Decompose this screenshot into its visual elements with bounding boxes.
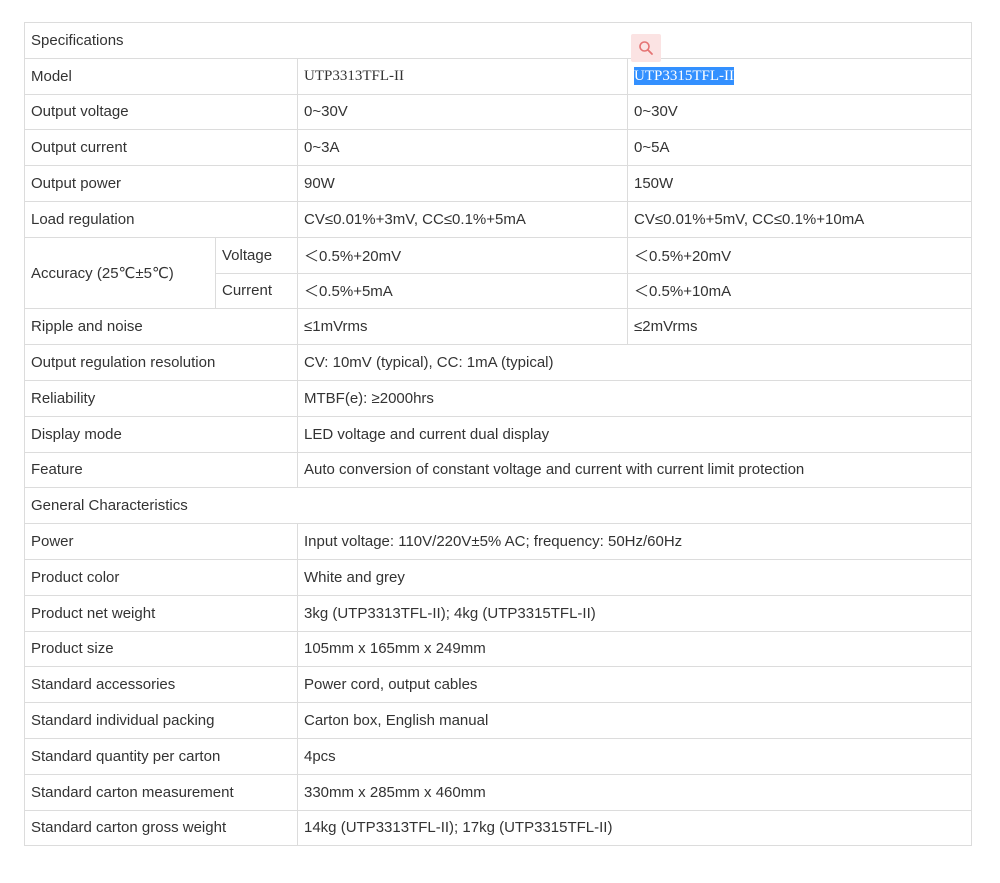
- row-label: Product color: [24, 558, 298, 596]
- row-label: Output current: [24, 129, 298, 167]
- specifications-table: Specifications Model UTP3313TFL-II UTP33…: [24, 22, 972, 847]
- value: Carton box, English manual: [297, 702, 972, 739]
- row-label: Standard individual packing: [24, 702, 298, 739]
- row-label: Output power: [24, 165, 298, 202]
- table-row: Power Input voltage: 110V/220V±5% AC; fr…: [24, 523, 972, 560]
- table-row: Product net weight 3kg (UTP3313TFL-II); …: [24, 594, 972, 632]
- value-b: 0~30V: [627, 93, 972, 131]
- value-a: 90W: [297, 165, 628, 202]
- row-label: Power: [24, 523, 298, 560]
- row-label: Standard quantity per carton: [24, 737, 298, 775]
- value: MTBF(e): ≥2000hrs: [297, 379, 972, 417]
- model-b-cell: UTP3315TFL-II: [627, 57, 972, 95]
- table-row: Output regulation resolution CV: 10mV (t…: [24, 344, 972, 381]
- row-label: Ripple and noise: [24, 308, 298, 346]
- row-label: Reliability: [24, 379, 298, 417]
- value-b: 0~5A: [627, 129, 972, 167]
- value: 330mm x 285mm x 460mm: [297, 773, 972, 811]
- search-icon: [639, 41, 653, 55]
- row-label: Product net weight: [24, 594, 298, 632]
- table-row: Ripple and noise ≤1mVrms ≤2mVrms: [24, 308, 972, 346]
- table-row: Model UTP3313TFL-II UTP3315TFL-II: [24, 57, 972, 95]
- value: 105mm x 165mm x 249mm: [297, 630, 972, 668]
- table-row: Specifications: [24, 22, 972, 59]
- row-label: Standard carton measurement: [24, 773, 298, 811]
- row-label: Product size: [24, 630, 298, 668]
- value-b: CV≤0.01%+5mV, CC≤0.1%+10mA: [627, 200, 972, 238]
- table-row: Feature Auto conversion of constant volt…: [24, 451, 972, 489]
- value-a: CV≤0.01%+3mV, CC≤0.1%+5mA: [297, 200, 628, 238]
- table-row: Standard individual packing Carton box, …: [24, 702, 972, 739]
- row-label: Feature: [24, 451, 298, 489]
- row-label: Model: [24, 57, 298, 95]
- table-row: General Characteristics: [24, 487, 972, 525]
- value-b: ≤2mVrms: [627, 308, 972, 346]
- table-row: Output voltage 0~30V 0~30V: [24, 93, 972, 131]
- value: 3kg (UTP3313TFL-II); 4kg (UTP3315TFL-II): [297, 594, 972, 632]
- section-header-specifications: Specifications: [24, 22, 972, 59]
- sub-label-current: Current: [215, 272, 298, 310]
- table-row: Standard carton measurement 330mm x 285m…: [24, 773, 972, 811]
- table-row: Product color White and grey: [24, 558, 972, 596]
- model-a-value: UTP3313TFL-II: [297, 57, 628, 95]
- table-row: Standard carton gross weight 14kg (UTP33…: [24, 809, 972, 847]
- value: Input voltage: 110V/220V±5% AC; frequenc…: [297, 523, 972, 560]
- value-b: ＜0.5%+20mV: [627, 236, 972, 274]
- table-row: Display mode LED voltage and current dua…: [24, 415, 972, 453]
- row-label-accuracy: Accuracy (25℃±5℃): [24, 236, 216, 310]
- row-label: Output regulation resolution: [24, 344, 298, 381]
- value-a: ≤1mVrms: [297, 308, 628, 346]
- value-a: ＜0.5%+20mV: [297, 236, 628, 274]
- value-b: 150W: [627, 165, 972, 202]
- value: CV: 10mV (typical), CC: 1mA (typical): [297, 344, 972, 381]
- value-a: 0~30V: [297, 93, 628, 131]
- value-b: ＜0.5%+10mA: [627, 272, 972, 310]
- sub-label-voltage: Voltage: [215, 236, 298, 274]
- table-row: Standard accessories Power cord, output …: [24, 666, 972, 704]
- row-label: Standard accessories: [24, 666, 298, 704]
- value: White and grey: [297, 558, 972, 596]
- selected-model-b-text[interactable]: UTP3315TFL-II: [634, 66, 734, 85]
- table-row: Standard quantity per carton 4pcs: [24, 737, 972, 775]
- value-a: 0~3A: [297, 129, 628, 167]
- table-row: Accuracy (25℃±5℃) Voltage ＜0.5%+20mV ＜0.…: [24, 236, 972, 310]
- value: Auto conversion of constant voltage and …: [297, 451, 972, 489]
- row-label: Output voltage: [24, 93, 298, 131]
- value: LED voltage and current dual display: [297, 415, 972, 453]
- table-row: Output current 0~3A 0~5A: [24, 129, 972, 167]
- row-label: Display mode: [24, 415, 298, 453]
- section-header-general: General Characteristics: [24, 487, 972, 525]
- value: 14kg (UTP3313TFL-II); 17kg (UTP3315TFL-I…: [297, 809, 972, 847]
- selection-search-button[interactable]: [631, 34, 661, 62]
- value: Power cord, output cables: [297, 666, 972, 704]
- table-row: Output power 90W 150W: [24, 165, 972, 202]
- value: 4pcs: [297, 737, 972, 775]
- row-label: Standard carton gross weight: [24, 809, 298, 847]
- table-row: Load regulation CV≤0.01%+3mV, CC≤0.1%+5m…: [24, 200, 972, 238]
- table-row: Reliability MTBF(e): ≥2000hrs: [24, 379, 972, 417]
- row-label: Load regulation: [24, 200, 298, 238]
- value-a: ＜0.5%+5mA: [297, 272, 628, 310]
- table-row: Product size 105mm x 165mm x 249mm: [24, 630, 972, 668]
